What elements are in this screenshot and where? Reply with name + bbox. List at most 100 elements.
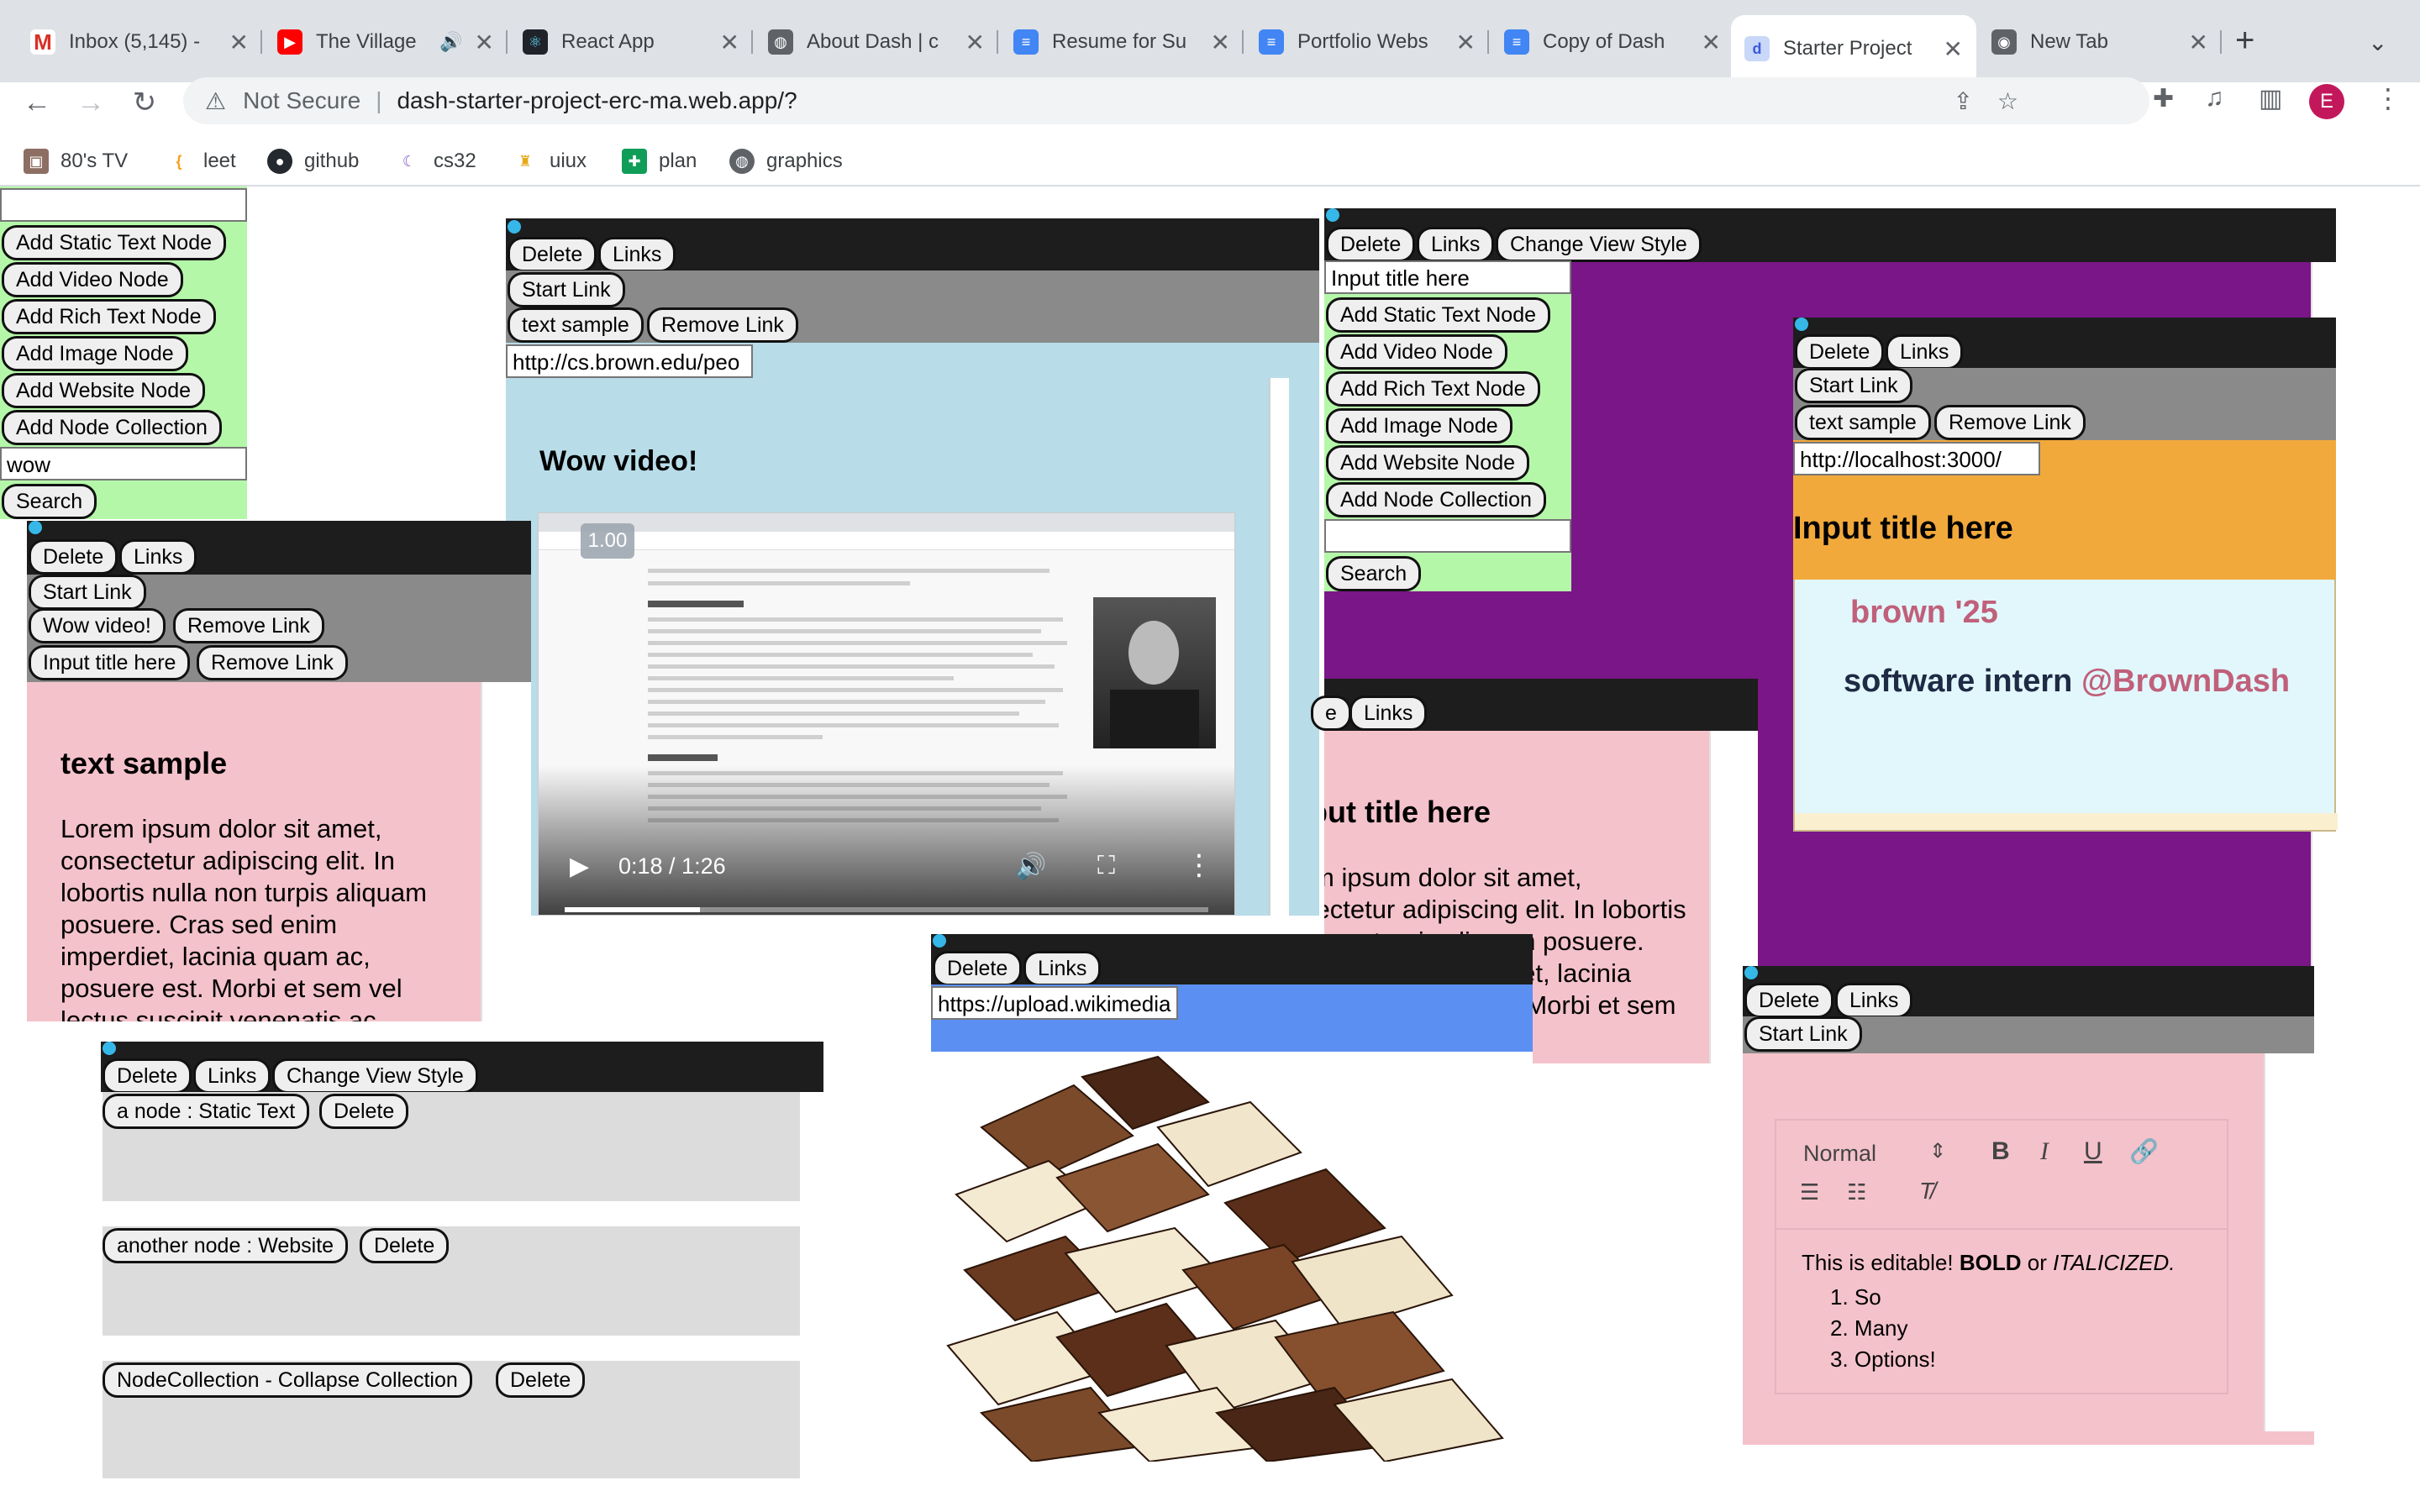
inner-add-video-node-button[interactable]: Add Video Node xyxy=(1326,334,1507,370)
back-arrow-icon[interactable]: ← xyxy=(18,84,55,121)
list-collection-change-view-style-button[interactable]: Change View Style xyxy=(272,1058,478,1094)
extensions-icon[interactable]: ✚ xyxy=(2153,84,2174,113)
close-icon[interactable]: ✕ xyxy=(1944,35,1963,63)
node-title-input[interactable] xyxy=(0,188,247,222)
inner-title-input[interactable]: Input title here xyxy=(1324,260,1571,294)
drag-handle-dot[interactable] xyxy=(1795,318,1808,331)
close-icon[interactable]: ✕ xyxy=(1211,29,1230,56)
select-updown-icon[interactable]: ⇕ xyxy=(1929,1139,1946,1163)
rich-text-editor[interactable]: This is editable! BOLD or ITALICIZED. 1.… xyxy=(1775,1230,2228,1394)
image-node-delete-button[interactable]: Delete xyxy=(933,951,1023,986)
collection-node-delete-button[interactable]: Delete xyxy=(1326,227,1416,262)
website-iframe[interactable]: brown '25 software intern @BrownDash xyxy=(1793,580,2338,832)
side-panel-icon[interactable]: ▥ xyxy=(2259,84,2282,113)
inner-search-input[interactable] xyxy=(1324,519,1571,553)
speaker-icon[interactable]: 🔊 xyxy=(439,31,462,53)
clear-format-icon[interactable]: T̸ xyxy=(1919,1178,1933,1205)
text-node-link-chip-2[interactable]: Input title here xyxy=(29,645,191,680)
tab-copy-of-dash[interactable]: ≡ Copy of Dash ✕ xyxy=(1491,15,1734,69)
forward-arrow-icon[interactable]: → xyxy=(72,84,109,121)
tab-gmail[interactable]: M Inbox (5,145) - ✕ xyxy=(17,15,262,69)
video-node-delete-button[interactable]: Delete xyxy=(508,237,597,272)
drag-handle-dot[interactable] xyxy=(29,521,42,534)
close-icon[interactable]: ✕ xyxy=(965,29,985,56)
bookmark-leet[interactable]: {leet xyxy=(166,144,236,178)
rich-text-node-delete-button[interactable]: Delete xyxy=(1744,983,1834,1018)
close-icon[interactable]: ✕ xyxy=(475,29,494,56)
website-node-remove-link-button[interactable]: Remove Link xyxy=(1934,405,2086,440)
search-input[interactable]: wow xyxy=(0,447,247,480)
inner-add-image-node-button[interactable]: Add Image Node xyxy=(1326,408,1512,444)
bookmark-cs32[interactable]: ☾ cs32 xyxy=(397,144,476,178)
rich-text-node-links-button[interactable]: Links xyxy=(1835,983,1913,1018)
drag-handle-dot[interactable] xyxy=(1326,208,1339,222)
close-icon[interactable]: ✕ xyxy=(229,29,249,56)
drag-handle-dot[interactable] xyxy=(103,1042,116,1055)
add-image-node-button[interactable]: Add Image Node xyxy=(2,336,188,371)
search-button[interactable]: Search xyxy=(2,484,97,519)
bookmark-uiux[interactable]: ♜ uiux xyxy=(513,144,587,178)
add-rich-text-node-button[interactable]: Add Rich Text Node xyxy=(2,299,216,334)
bookmark-graphics[interactable]: ◍ graphics xyxy=(729,144,843,178)
tab-portfolio[interactable]: ≡ Portfolio Webs ✕ xyxy=(1245,15,1489,69)
drag-handle-dot[interactable] xyxy=(508,220,521,234)
bookmark-80s-tv[interactable]: ▣ 80's TV xyxy=(24,144,128,178)
list-item-delete-button[interactable]: Delete xyxy=(360,1228,450,1263)
video-node-link-chip[interactable]: text sample xyxy=(508,307,644,343)
video-node-remove-link-button[interactable]: Remove Link xyxy=(647,307,798,343)
website-node-link-chip[interactable]: text sample xyxy=(1795,405,1931,440)
text-node-remove-link-button-1[interactable]: Remove Link xyxy=(173,608,324,643)
text-node-start-link-button[interactable]: Start Link xyxy=(29,575,146,610)
add-video-node-button[interactable]: Add Video Node xyxy=(2,262,183,297)
ordered-list-icon[interactable]: ☰ xyxy=(1800,1179,1819,1205)
address-bar[interactable]: ⚠ Not Secure | dash-starter-project-erc-… xyxy=(183,77,2149,124)
add-static-text-node-button[interactable]: Add Static Text Node xyxy=(2,225,227,260)
hidden-text-node-delete-button[interactable]: e xyxy=(1311,696,1351,731)
video-progress-track[interactable] xyxy=(565,907,1208,912)
fullscreen-icon[interactable]: ⛶ xyxy=(1097,852,1115,880)
video-node-start-link-button[interactable]: Start Link xyxy=(508,272,625,307)
scrollbar[interactable] xyxy=(481,682,531,1021)
tab-youtube[interactable]: ▶ The Village 🔊 ✕ xyxy=(264,15,508,69)
underline-icon[interactable]: U xyxy=(2084,1137,2102,1166)
media-control-icon[interactable]: ♫ xyxy=(2205,84,2224,113)
collection-node-links-button[interactable]: Links xyxy=(1417,227,1495,262)
drag-handle-dot[interactable] xyxy=(933,934,946,948)
close-icon[interactable]: ✕ xyxy=(720,29,739,56)
list-collection-delete-button[interactable]: Delete xyxy=(103,1058,192,1094)
link-icon[interactable]: 🔗 xyxy=(2129,1137,2159,1165)
text-node-delete-button[interactable]: Delete xyxy=(29,539,118,575)
website-node-links-button[interactable]: Links xyxy=(1886,334,1964,370)
drag-handle-dot[interactable] xyxy=(1744,966,1758,979)
tab-resume[interactable]: ≡ Resume for Su ✕ xyxy=(1000,15,1244,69)
bold-icon[interactable]: B xyxy=(1991,1137,2010,1166)
more-options-icon[interactable]: ⋮ xyxy=(1185,848,1213,882)
bullet-list-icon[interactable]: ☷ xyxy=(1847,1179,1866,1205)
text-node-link-chip-1[interactable]: Wow video! xyxy=(29,608,166,643)
close-icon[interactable]: ✕ xyxy=(2189,29,2208,56)
new-tab-plus-icon[interactable]: + xyxy=(2235,22,2254,60)
inner-add-rich-text-node-button[interactable]: Add Rich Text Node xyxy=(1326,371,1540,407)
url-text[interactable]: dash-starter-project-erc-ma.web.app/? xyxy=(397,87,797,114)
video-node-links-button[interactable]: Links xyxy=(598,237,676,272)
website-node-delete-button[interactable]: Delete xyxy=(1795,334,1885,370)
reload-icon[interactable]: ↻ xyxy=(126,84,163,121)
rich-text-node-start-link-button[interactable]: Start Link xyxy=(1744,1016,1862,1052)
close-icon[interactable]: ✕ xyxy=(1702,29,1721,56)
tab-new-tab[interactable]: ◉ New Tab ✕ xyxy=(1978,15,2222,69)
bookmark-github[interactable]: ● github xyxy=(267,144,359,178)
chevron-down-icon[interactable]: ⌄ xyxy=(2368,29,2387,56)
inner-search-button[interactable]: Search xyxy=(1326,556,1422,591)
inner-add-website-node-button[interactable]: Add Website Node xyxy=(1326,445,1529,480)
star-icon[interactable]: ☆ xyxy=(1997,87,2018,115)
scrollbar[interactable] xyxy=(2264,1053,2314,1431)
list-item-label[interactable]: NodeCollection - Collapse Collection xyxy=(103,1362,472,1398)
italic-icon[interactable]: I xyxy=(2040,1137,2049,1166)
add-website-node-button[interactable]: Add Website Node xyxy=(2,373,205,408)
security-label[interactable]: Not Secure xyxy=(243,87,360,114)
hidden-text-node-links-button[interactable]: Links xyxy=(1349,696,1428,731)
list-item-delete-button[interactable]: Delete xyxy=(496,1362,586,1398)
list-item-delete-button[interactable]: Delete xyxy=(319,1094,409,1129)
close-icon[interactable]: ✕ xyxy=(1456,29,1476,56)
list-collection-links-button[interactable]: Links xyxy=(193,1058,271,1094)
